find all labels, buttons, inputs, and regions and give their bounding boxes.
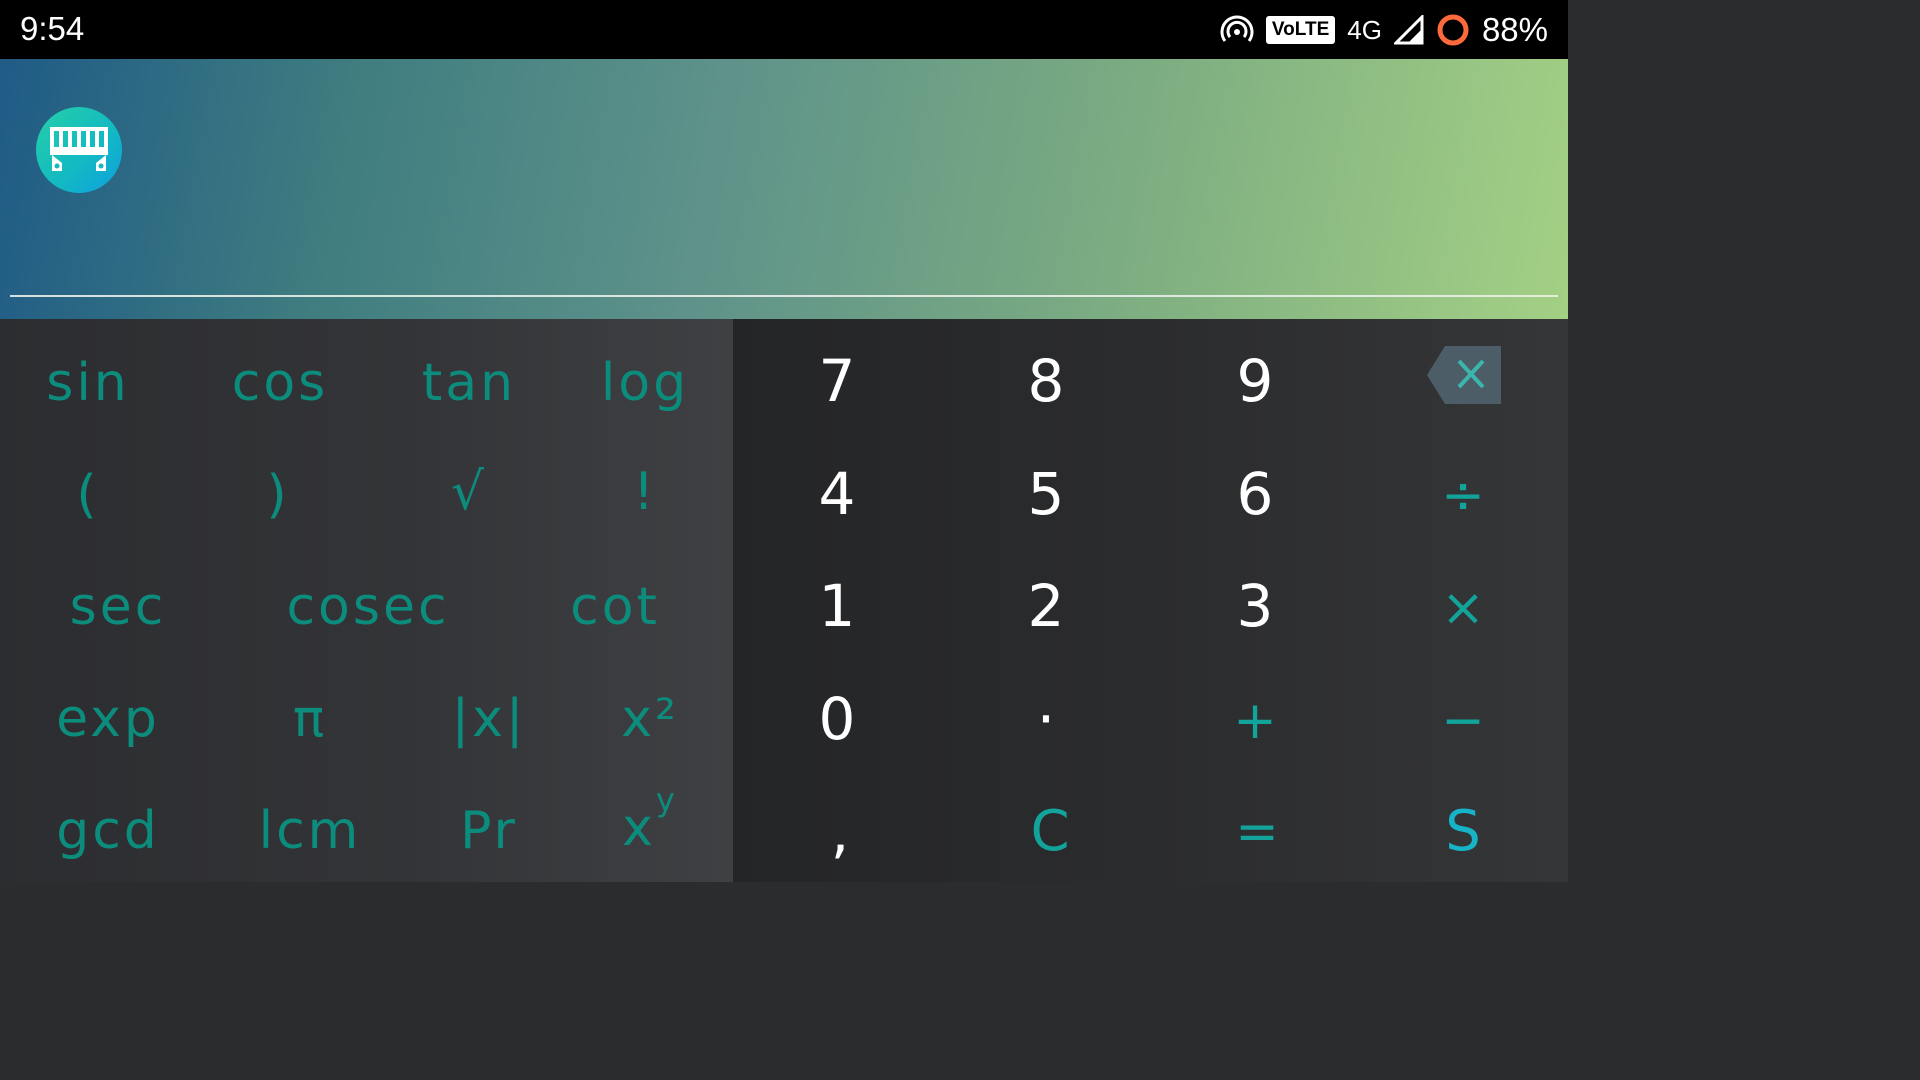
permutation-button[interactable]: Pr [460,805,518,857]
gcd-button[interactable]: gcd [56,805,160,857]
status-time: 9:54 [20,10,85,47]
decimal-point-button[interactable]: · [1037,690,1055,748]
signal-icon [1393,15,1424,45]
expression-input[interactable] [140,119,1544,281]
power-base: x [622,798,656,858]
battery-percent: 88% [1481,11,1548,48]
close-paren-button[interactable]: ) [266,469,289,521]
hotspot-icon [1220,15,1254,42]
digit-1-button[interactable]: 1 [819,577,856,635]
status-icons: VoLTE 4G 88% [1220,8,1548,52]
multiply-button[interactable]: × [1441,582,1485,634]
backspace-icon[interactable] [1427,346,1501,404]
digit-0-button[interactable]: 0 [819,690,856,748]
square-button[interactable]: x² [621,693,679,745]
digit-3-button[interactable]: 3 [1237,577,1274,635]
plus-button[interactable]: + [1233,695,1277,747]
equals-button[interactable]: = [1235,806,1279,858]
volte-badge: VoLTE [1265,16,1336,44]
lcm-button[interactable]: lcm [259,805,362,857]
digit-9-button[interactable]: 9 [1237,352,1274,410]
digit-6-button[interactable]: 6 [1237,465,1274,523]
log-button[interactable]: log [601,357,689,409]
comma-button[interactable]: , [831,803,849,861]
abs-button[interactable]: |x| [452,693,527,745]
open-paren-button[interactable]: ( [76,469,99,521]
digit-8-button[interactable]: 8 [1028,352,1065,410]
power-exponent: y [655,781,678,819]
digit-5-button[interactable]: 5 [1028,465,1065,523]
battery-icon [1437,14,1469,46]
cos-button[interactable]: cos [232,357,329,409]
clear-button[interactable]: C [1030,804,1069,860]
s-button[interactable]: S [1445,804,1481,860]
display-underline [10,295,1558,297]
status-bar: 9:54 VoLTE 4G 88% [0,0,1568,59]
factorial-button[interactable]: ! [633,466,657,518]
cot-button[interactable]: cot [570,581,660,633]
sec-button[interactable]: sec [70,581,167,633]
sin-button[interactable]: sin [46,357,130,409]
minus-button[interactable]: − [1441,695,1485,747]
digit-4-button[interactable]: 4 [819,465,856,523]
exp-button[interactable]: exp [56,693,160,745]
digit-7-button[interactable]: 7 [819,352,856,410]
app-logo-icon[interactable] [36,107,122,193]
sqrt-button[interactable]: √ [451,466,487,518]
network-type: 4G [1347,14,1382,45]
digit-2-button[interactable]: 2 [1028,577,1065,635]
calculator-display [0,59,1568,319]
cosec-button[interactable]: cosec [286,581,449,633]
power-button[interactable]: xy [622,784,678,854]
pi-button[interactable]: π [293,693,327,745]
tan-button[interactable]: tan [422,357,516,409]
divide-button[interactable]: ÷ [1441,470,1485,522]
